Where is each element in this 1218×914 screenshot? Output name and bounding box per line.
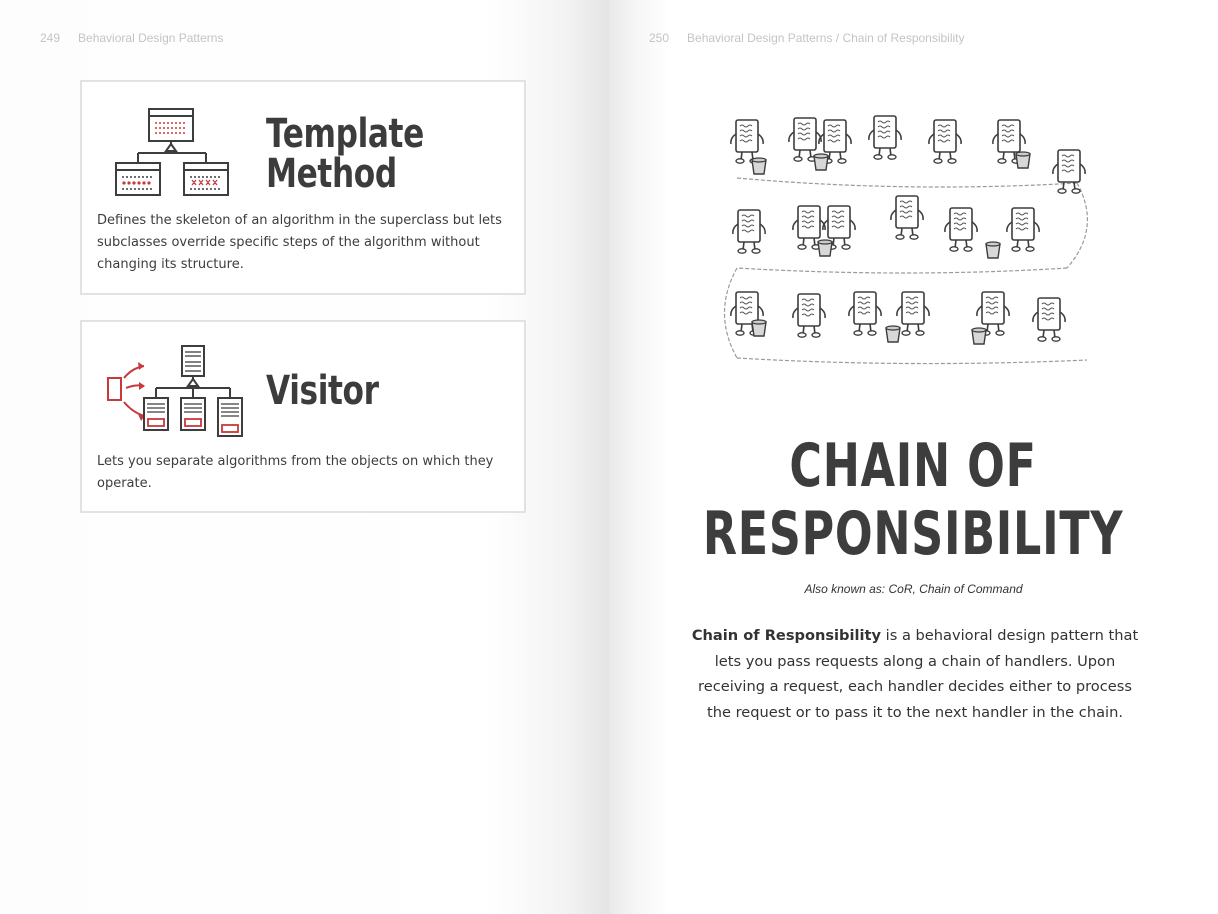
intro-paragraph: Chain of Responsibility is a behavioral … bbox=[687, 623, 1143, 725]
pattern-card-template-method[interactable]: Template Method Defines the skeleton of … bbox=[80, 80, 526, 295]
running-head: 250 Behavioral Design Patterns / Chain of… bbox=[649, 31, 965, 45]
pattern-title: Template Method bbox=[266, 114, 424, 194]
chapter-title: CHAIN OF RESPONSIBILITY bbox=[609, 432, 1218, 568]
also-known-as: Also known as: CoR, Chain of Command bbox=[804, 582, 1023, 596]
chain-of-handlers-illustration bbox=[723, 115, 1088, 365]
visitor-diagram-icon bbox=[107, 345, 243, 437]
chapter-title-line2: RESPONSIBILITY bbox=[703, 499, 1124, 569]
page-number: 250 bbox=[649, 31, 670, 45]
pattern-title-line2: Method bbox=[266, 151, 397, 197]
pattern-card-visitor[interactable]: Visitor Lets you separate algorithms fro… bbox=[80, 320, 526, 513]
right-page: 250 Behavioral Design Patterns / Chain of… bbox=[609, 0, 1218, 914]
pattern-title: Visitor bbox=[266, 368, 379, 414]
pattern-description: Defines the skeleton of an algorithm in … bbox=[97, 213, 502, 272]
pattern-title-line1: Template bbox=[266, 111, 424, 157]
template-method-diagram-icon bbox=[115, 108, 229, 196]
running-head: 249 Behavioral Design Patterns bbox=[40, 31, 223, 45]
handler-row-3 bbox=[730, 291, 1066, 345]
running-head-text: Behavioral Design Patterns bbox=[78, 31, 224, 45]
pattern-description: Lets you separate algorithms from the ob… bbox=[97, 454, 494, 491]
page-number: 249 bbox=[40, 31, 61, 45]
handler-row-1 bbox=[730, 115, 1086, 194]
running-head-text: Behavioral Design Patterns / Chain of Re… bbox=[687, 31, 965, 45]
left-page: 249 Behavioral Design Patterns Template … bbox=[0, 0, 609, 914]
intro-bold-term: Chain of Responsibility bbox=[691, 627, 882, 644]
chapter-title-line1: CHAIN OF bbox=[789, 431, 1038, 501]
handler-row-2 bbox=[732, 195, 1040, 259]
